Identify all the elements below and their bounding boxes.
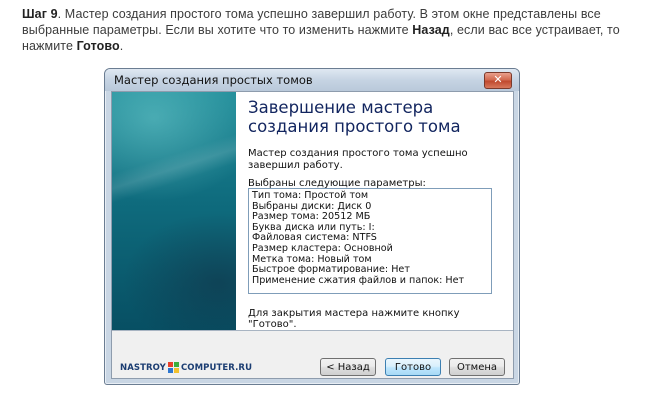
finish-note: Для закрытия мастера нажмите кнопку "Гот… [248,308,460,330]
logo-text-right: COMPUTER.RU [180,362,253,373]
wizard-description: Мастер создания простого тома успешно за… [248,148,468,171]
params-list[interactable]: Тип тома: Простой том Выбраны диски: Дис… [248,188,492,294]
flag-blue [167,368,173,373]
flag-yellow [173,368,179,373]
flag-red [167,362,173,367]
done-word: Готово [76,39,120,53]
article-paragraph: Шаг 9. Мастер создания простого тома усп… [22,6,634,54]
close-button[interactable]: ✕ [484,72,512,89]
wizard-side-banner [112,92,236,330]
param-line: Размер кластера: Основной [252,242,393,254]
article-text-3: . [119,39,124,53]
cancel-button[interactable]: Отмена [449,358,505,376]
windows-flag-icon [167,362,179,373]
button-bar: NASTROY COMPUTER.RU < Назад Готово Отмен… [112,331,513,378]
wizard-client-area: Завершение мастера создания простого том… [111,91,514,379]
wizard-window: Мастер создания простых томов ✕ Завершен… [104,68,520,385]
back-word: Назад [412,23,450,37]
param-line: Тип тома: Простой том [252,190,369,201]
close-icon: ✕ [493,74,503,86]
title-bar[interactable]: Мастер создания простых томов ✕ [105,69,519,91]
step-label: Шаг 9 [22,7,58,21]
flag-green [173,362,179,367]
finish-button[interactable]: Готово [385,358,441,376]
window-title: Мастер создания простых томов [114,73,313,87]
wizard-heading: Завершение мастера создания простого том… [248,98,461,136]
param-line: Применение сжатия файлов и папок: Нет [252,274,465,286]
back-button[interactable]: < Назад [320,358,376,376]
site-logo: NASTROY COMPUTER.RU [120,359,252,376]
logo-text-left: NASTROY [120,362,166,373]
